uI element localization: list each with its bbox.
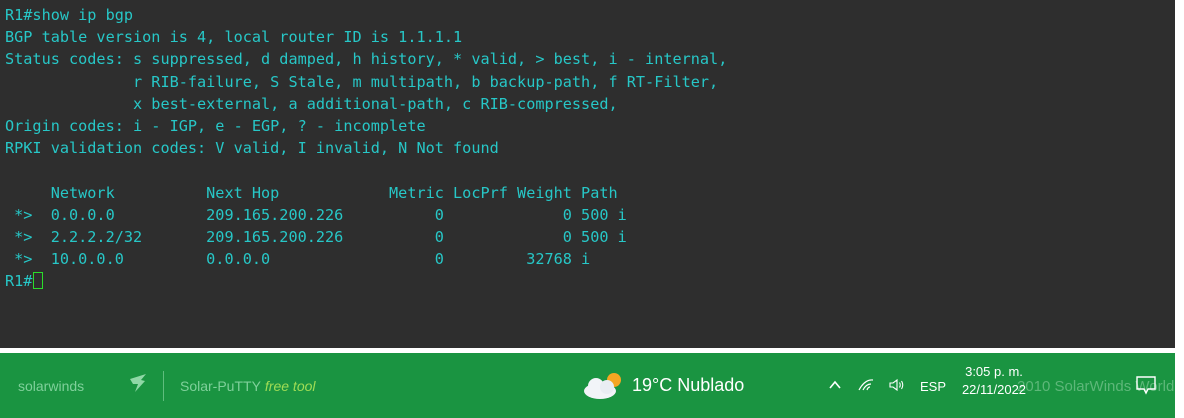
product-name: Solar-PuTTY free tool [180,378,316,394]
taskbar: solarwinds Solar-PuTTY free tool 2010 Sol… [0,353,1175,418]
terminal-line: *> 2.2.2.2/32 209.165.200.226 0 0 500 i [5,227,627,246]
terminal-line: *> 0.0.0.0 209.165.200.226 0 0 500 i [5,205,627,224]
terminal-line: *> 10.0.0.0 0.0.0.0 0 32768 i [5,250,591,269]
product-tag: free tool [264,378,316,394]
terminal-line: r RIB-failure, S Stale, m multipath, b b… [5,72,719,91]
terminal-prompt: R1# [5,272,33,291]
solarwinds-logo-text: solarwinds [18,378,85,394]
terminal-line: Status codes: s suppressed, d damped, h … [5,50,728,69]
speaker-icon[interactable] [888,377,906,398]
terminal-line: RPKI validation codes: V valid, I invali… [5,139,499,158]
terminal-output: R1#show ip bgp BGP table version is 4, lo… [5,4,727,292]
clock-date: 22/11/2022 [961,382,1027,397]
terminal-line: R1#show ip bgp [5,6,134,24]
screen: R1#show ip bgp BGP table version is 4, lo… [0,0,1184,418]
language-indicator[interactable]: ESP [920,379,946,394]
terminal-line: Origin codes: i - IGP, e - EGP, ? - inco… [5,116,426,135]
terminal-cursor [33,272,44,290]
clock-time: 3:05 p. m. [965,364,1023,379]
weather-text[interactable]: 19°C Nublado [632,375,744,396]
chevron-up-icon[interactable] [827,377,843,398]
solarwinds-logo-icon [129,373,147,398]
cloud-sun-icon[interactable] [580,371,628,406]
product-title: Solar-PuTTY [180,378,261,394]
clock[interactable]: 3:05 p. m. 22/11/2022 [958,363,1030,399]
terminal-line: x best-external, a additional-path, c RI… [5,94,618,113]
taskbar-divider [163,371,164,401]
notification-icon[interactable] [1135,375,1157,400]
wifi-icon[interactable] [857,377,875,398]
terminal-prompt-line[interactable]: R1# [5,270,727,292]
terminal-line: Network Next Hop Metric LocPrf Weight Pa… [5,183,618,202]
terminal-line: BGP table version is 4, local router ID … [5,28,463,47]
terminal-window[interactable]: R1#show ip bgp BGP table version is 4, lo… [0,0,1175,348]
